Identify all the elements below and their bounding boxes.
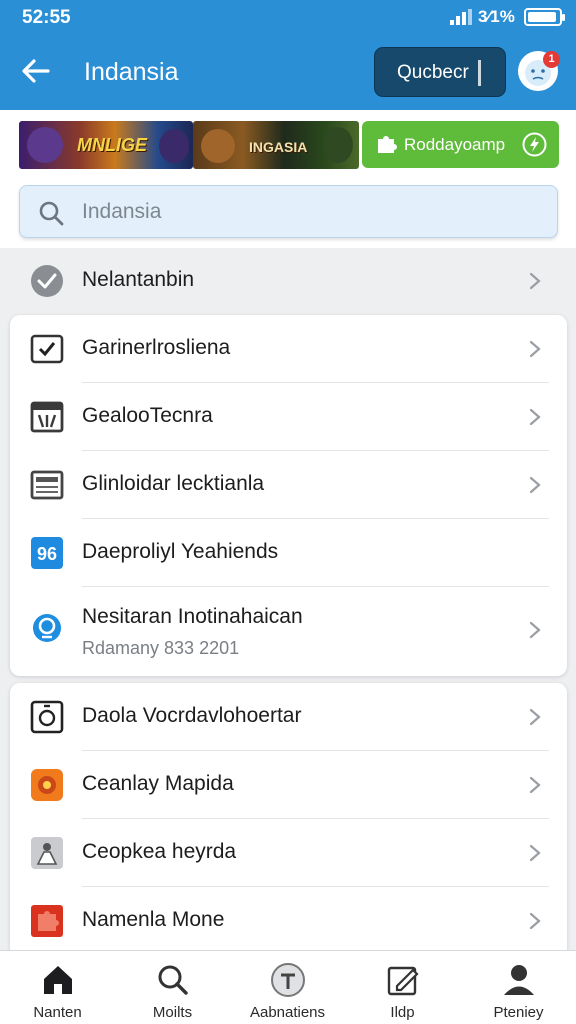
- map-orange-icon: [31, 769, 63, 801]
- text-cursor: [478, 60, 481, 86]
- notification-badge: 1: [543, 51, 560, 68]
- search-icon: [39, 201, 64, 226]
- list-item[interactable]: Ceanlay Mapida: [10, 751, 567, 819]
- puzzle-icon: [378, 136, 397, 153]
- chevron-right-icon: [529, 408, 541, 426]
- list-item[interactable]: Glinloidar lecktianla: [10, 451, 567, 519]
- lightning-icon: [522, 132, 547, 157]
- list-item-top[interactable]: Nelantanbin: [10, 247, 567, 315]
- status-time: 52:55: [22, 7, 71, 28]
- checkbox-icon: [30, 334, 64, 364]
- location-icon: [33, 614, 61, 642]
- header-action-label: Qucbecr: [397, 62, 469, 83]
- list-item-label: Ceanlay Mapida: [82, 772, 234, 795]
- search-placeholder: Indansia: [82, 200, 162, 223]
- game-banner-2[interactable]: INGASIA: [193, 121, 359, 169]
- settings-circle-icon: [271, 963, 305, 997]
- screen-icon: [30, 470, 64, 500]
- list-item[interactable]: 96 Daeproliyl Yeahiends: [10, 519, 567, 587]
- banner-1-text: MNLIGE: [77, 135, 147, 155]
- nav-label: Pteniey: [493, 1004, 544, 1021]
- list-item-label: Glinloidar lecktianla: [82, 472, 265, 495]
- chevron-right-icon: [529, 708, 541, 726]
- search-icon: [158, 965, 188, 995]
- nav-tab-search[interactable]: Moilts: [115, 950, 230, 1024]
- signal-icon: [450, 9, 472, 25]
- battery-percentage: 3⁄1%: [478, 7, 515, 26]
- nav-tab-edit[interactable]: Ildp: [345, 950, 460, 1024]
- list-item-label: Ceopkea heyrda: [82, 840, 237, 863]
- list-item-label: Garinerlrosliena: [82, 336, 231, 359]
- list-item[interactable]: Ceopkea heyrda: [10, 819, 567, 887]
- nav-label: Nanten: [33, 1004, 82, 1021]
- list-item[interactable]: Nesitaran Inotinahaican Rdamany 833 2201: [10, 587, 567, 676]
- chevron-right-icon: [529, 340, 541, 358]
- svg-text:96: 96: [37, 544, 57, 564]
- banner-3-text: Roddayoamp: [404, 135, 506, 154]
- nav-tab-home[interactable]: Nanten: [0, 950, 115, 1024]
- chevron-right-icon: [529, 621, 541, 639]
- chevron-right-icon: [529, 844, 541, 862]
- banner-2-text: INGASIA: [249, 139, 308, 155]
- header-action-button[interactable]: Qucbecr: [374, 47, 506, 97]
- list-item-label: Daeproliyl Yeahiends: [82, 540, 279, 563]
- chevron-right-icon: [529, 912, 541, 930]
- game-banner-3[interactable]: Roddayoamp: [362, 121, 559, 168]
- game-banner-1[interactable]: MNLIGE: [19, 121, 193, 169]
- home-icon: [44, 966, 72, 994]
- chevron-right-icon: [529, 272, 541, 290]
- list-item-label: Daola Vocrdavlohoertar: [82, 704, 302, 727]
- calendar-icon: [30, 401, 64, 433]
- nav-label: Aabnatiens: [249, 1004, 326, 1021]
- list-item[interactable]: Daola Vocrdavlohoertar: [10, 683, 567, 751]
- nav-label: Moilts: [152, 1004, 193, 1021]
- list-item-label: GealooTecnra: [82, 404, 213, 427]
- list-item-sublabel: Rdamany 833 2201: [82, 638, 240, 658]
- person-gray-icon: [31, 837, 63, 869]
- chevron-right-icon: [529, 776, 541, 794]
- edit-icon: [387, 966, 419, 996]
- back-arrow-icon[interactable]: [18, 53, 54, 89]
- battery-icon: [524, 8, 565, 26]
- device-icon: [30, 700, 64, 734]
- list-item-label: Nesitaran Inotinahaican: [82, 605, 303, 628]
- list-item-label: Namenla Mone: [82, 908, 225, 931]
- list-item[interactable]: Garinerlrosliena: [10, 315, 567, 383]
- profile-icon: [504, 965, 534, 995]
- list-item-label: Nelantanbin: [82, 268, 195, 291]
- nav-label: Ildp: [390, 1004, 415, 1021]
- chevron-right-icon: [529, 476, 541, 494]
- check-circle-icon: [31, 265, 63, 297]
- puzzle-red-icon: [31, 905, 63, 937]
- page-title: Indansia: [84, 58, 179, 86]
- app-blue-icon: 96: [31, 537, 63, 569]
- nav-tab-profile[interactable]: Pteniey: [461, 950, 576, 1024]
- nav-tab-settings[interactable]: Aabnatiens: [230, 950, 345, 1024]
- list-item[interactable]: Namenla Mone: [10, 887, 567, 955]
- list-item[interactable]: GealooTecnra: [10, 383, 567, 451]
